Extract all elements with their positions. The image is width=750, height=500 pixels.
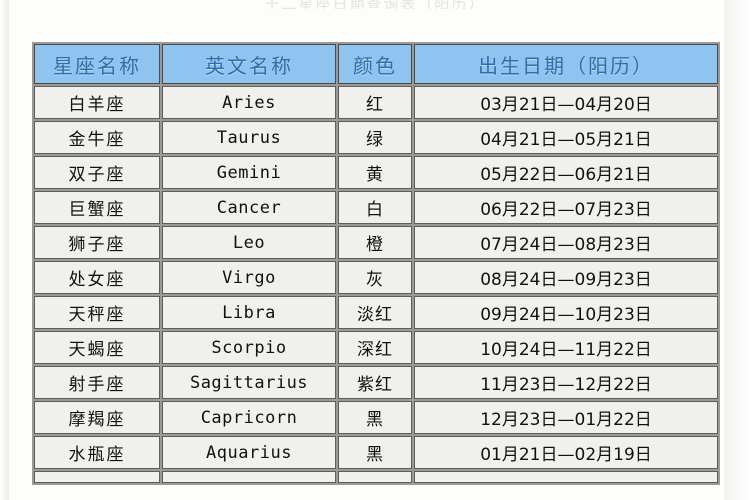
cell-english: Gemini xyxy=(162,156,336,189)
cell-date: 04月21日—05月21日 xyxy=(414,121,718,154)
cell-color: 黑 xyxy=(338,436,412,469)
cell-name: 狮子座 xyxy=(34,226,160,259)
cell-date: 03月21日—04月20日 xyxy=(414,86,718,119)
cell-name: 天秤座 xyxy=(34,296,160,329)
cell-color: 白 xyxy=(338,191,412,224)
table-row: 金牛座 Taurus 绿 04月21日—05月21日 xyxy=(34,121,718,154)
page-margin-left xyxy=(0,0,9,500)
cell-date: 10月24日—11月22日 xyxy=(414,331,718,364)
table-row: 天蝎座 Scorpio 深红 10月24日—11月22日 xyxy=(34,331,718,364)
cell-name: 摩羯座 xyxy=(34,401,160,434)
page-root: 十二星座日期查询表（阳历） 星座名称 英文名称 颜色 出生日期（阳历） 白羊座 … xyxy=(0,0,750,500)
cell-date: 12月23日—01月22日 xyxy=(414,401,718,434)
column-header-name: 星座名称 xyxy=(34,44,160,84)
table-row: 狮子座 Leo 橙 07月24日—08月23日 xyxy=(34,226,718,259)
cell-date: 11月23日—12月22日 xyxy=(414,366,718,399)
table-row: 双子座 Gemini 黄 05月22日—06月21日 xyxy=(34,156,718,189)
cell-english: Sagittarius xyxy=(162,366,336,399)
cell-color: 红 xyxy=(338,86,412,119)
table-body: 白羊座 Aries 红 03月21日—04月20日 金牛座 Taurus 绿 0… xyxy=(34,86,718,483)
cell-date: 06月22日—07月23日 xyxy=(414,191,718,224)
header-row: 星座名称 英文名称 颜色 出生日期（阳历） xyxy=(34,44,718,84)
cell-english: Virgo xyxy=(162,261,336,294)
cell-name: 射手座 xyxy=(34,366,160,399)
table-header: 星座名称 英文名称 颜色 出生日期（阳历） xyxy=(34,44,718,84)
page-margin-right xyxy=(724,0,750,500)
zodiac-table: 星座名称 英文名称 颜色 出生日期（阳历） 白羊座 Aries 红 03月21日… xyxy=(32,42,720,485)
table-row: 处女座 Virgo 灰 08月24日—09月23日 xyxy=(34,261,718,294)
cell-name xyxy=(34,471,160,483)
zodiac-table-container: 星座名称 英文名称 颜色 出生日期（阳历） 白羊座 Aries 红 03月21日… xyxy=(32,42,720,485)
cell-date: 08月24日—09月23日 xyxy=(414,261,718,294)
cell-name: 水瓶座 xyxy=(34,436,160,469)
cell-name: 巨蟹座 xyxy=(34,191,160,224)
cell-name: 金牛座 xyxy=(34,121,160,154)
cell-english: Leo xyxy=(162,226,336,259)
cell-english: Libra xyxy=(162,296,336,329)
table-row: 摩羯座 Capricorn 黑 12月23日—01月22日 xyxy=(34,401,718,434)
table-row: 白羊座 Aries 红 03月21日—04月20日 xyxy=(34,86,718,119)
cell-english: Taurus xyxy=(162,121,336,154)
cell-date xyxy=(414,471,718,483)
cell-date: 01月21日—02月19日 xyxy=(414,436,718,469)
cell-name: 天蝎座 xyxy=(34,331,160,364)
column-header-date: 出生日期（阳历） xyxy=(414,44,718,84)
cell-english xyxy=(162,471,336,483)
cell-color: 深红 xyxy=(338,331,412,364)
cell-color: 紫红 xyxy=(338,366,412,399)
cell-color: 绿 xyxy=(338,121,412,154)
cell-name: 处女座 xyxy=(34,261,160,294)
cell-name: 白羊座 xyxy=(34,86,160,119)
cell-color: 橙 xyxy=(338,226,412,259)
cell-color: 淡红 xyxy=(338,296,412,329)
cell-date: 05月22日—06月21日 xyxy=(414,156,718,189)
cell-date: 07月24日—08月23日 xyxy=(414,226,718,259)
cell-english: Scorpio xyxy=(162,331,336,364)
table-row: 天秤座 Libra 淡红 09月24日—10月23日 xyxy=(34,296,718,329)
table-row: 水瓶座 Aquarius 黑 01月21日—02月19日 xyxy=(34,436,718,469)
cell-english: Capricorn xyxy=(162,401,336,434)
cell-name: 双子座 xyxy=(34,156,160,189)
cell-english: Aquarius xyxy=(162,436,336,469)
column-header-color: 颜色 xyxy=(338,44,412,84)
cell-color: 灰 xyxy=(338,261,412,294)
cell-color xyxy=(338,471,412,483)
cropped-title-text: 十二星座日期查询表（阳历） xyxy=(264,0,486,9)
cell-english: Cancer xyxy=(162,191,336,224)
table-row-clipped xyxy=(34,471,718,483)
table-row: 射手座 Sagittarius 紫红 11月23日—12月22日 xyxy=(34,366,718,399)
cell-color: 黄 xyxy=(338,156,412,189)
column-header-english: 英文名称 xyxy=(162,44,336,84)
cell-color: 黑 xyxy=(338,401,412,434)
cell-date: 09月24日—10月23日 xyxy=(414,296,718,329)
cell-english: Aries xyxy=(162,86,336,119)
table-row: 巨蟹座 Cancer 白 06月22日—07月23日 xyxy=(34,191,718,224)
